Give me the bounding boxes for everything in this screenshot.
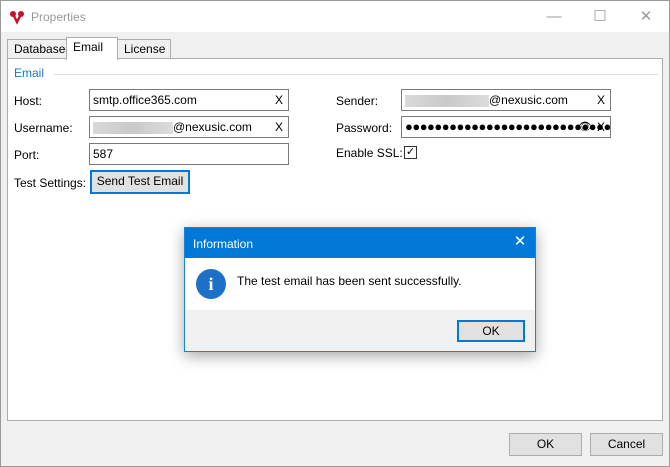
window-title: Properties <box>31 10 86 24</box>
maximize-button[interactable]: ☐ <box>577 1 623 32</box>
reveal-password-eye-icon[interactable]: 👁 <box>578 117 592 137</box>
username-suffix: @nexusic.com <box>173 120 252 134</box>
ssl-label: Enable SSL: <box>336 146 403 160</box>
dialog-message: The test email has been sent successfull… <box>237 274 462 288</box>
information-dialog: Information ✕ i The test email has been … <box>184 227 536 352</box>
info-icon: i <box>196 269 226 299</box>
enable-ssl-checkbox[interactable]: ✓ <box>404 146 417 159</box>
password-label: Password: <box>336 121 393 135</box>
minimize-button[interactable]: — <box>531 1 577 32</box>
tab-license[interactable]: License <box>117 39 171 58</box>
sender-suffix: @nexusic.com <box>489 93 568 107</box>
clear-username-icon[interactable]: X <box>275 117 283 137</box>
group-divider <box>54 74 658 75</box>
send-test-email-button[interactable]: Send Test Email <box>90 170 190 194</box>
clear-host-icon[interactable]: X <box>275 90 283 110</box>
dialog-close-icon[interactable]: ✕ <box>511 233 529 251</box>
dialog-title-bar: Information ✕ <box>185 228 535 258</box>
username-input[interactable]: @nexusic.com X <box>89 116 289 138</box>
port-value: 587 <box>93 147 114 161</box>
host-input[interactable]: smtp.office365.com X <box>89 89 289 111</box>
port-input[interactable]: 587 <box>89 143 289 165</box>
ok-button[interactable]: OK <box>509 433 582 456</box>
redacted-sender <box>405 94 489 107</box>
dialog-title: Information <box>193 237 254 251</box>
clear-sender-icon[interactable]: X <box>597 90 605 110</box>
title-bar: Properties — ☐ ✕ <box>1 1 669 32</box>
group-title: Email <box>14 66 49 80</box>
tab-email[interactable]: Email <box>66 37 118 60</box>
redacted-username <box>93 121 173 134</box>
port-label: Port: <box>14 148 40 162</box>
password-input[interactable]: ●●●●●●●●●●●●●●●●●●●●●●●●●●●●●●● 👁 X <box>401 116 611 138</box>
close-window-button[interactable]: ✕ <box>623 1 669 32</box>
sender-label: Sender: <box>336 94 379 108</box>
tab-database[interactable]: Database <box>7 39 67 58</box>
clear-password-icon[interactable]: X <box>597 117 605 137</box>
cancel-button[interactable]: Cancel <box>590 433 663 456</box>
host-label: Host: <box>14 94 43 108</box>
test-settings-label: Test Settings: <box>14 176 87 190</box>
dialog-body: i The test email has been sent successfu… <box>185 258 535 310</box>
sender-input[interactable]: @nexusic.com X <box>401 89 611 111</box>
app-logo-icon <box>10 11 24 25</box>
username-label: Username: <box>14 121 73 135</box>
host-value: smtp.office365.com <box>93 93 197 107</box>
dialog-ok-button[interactable]: OK <box>457 320 525 342</box>
